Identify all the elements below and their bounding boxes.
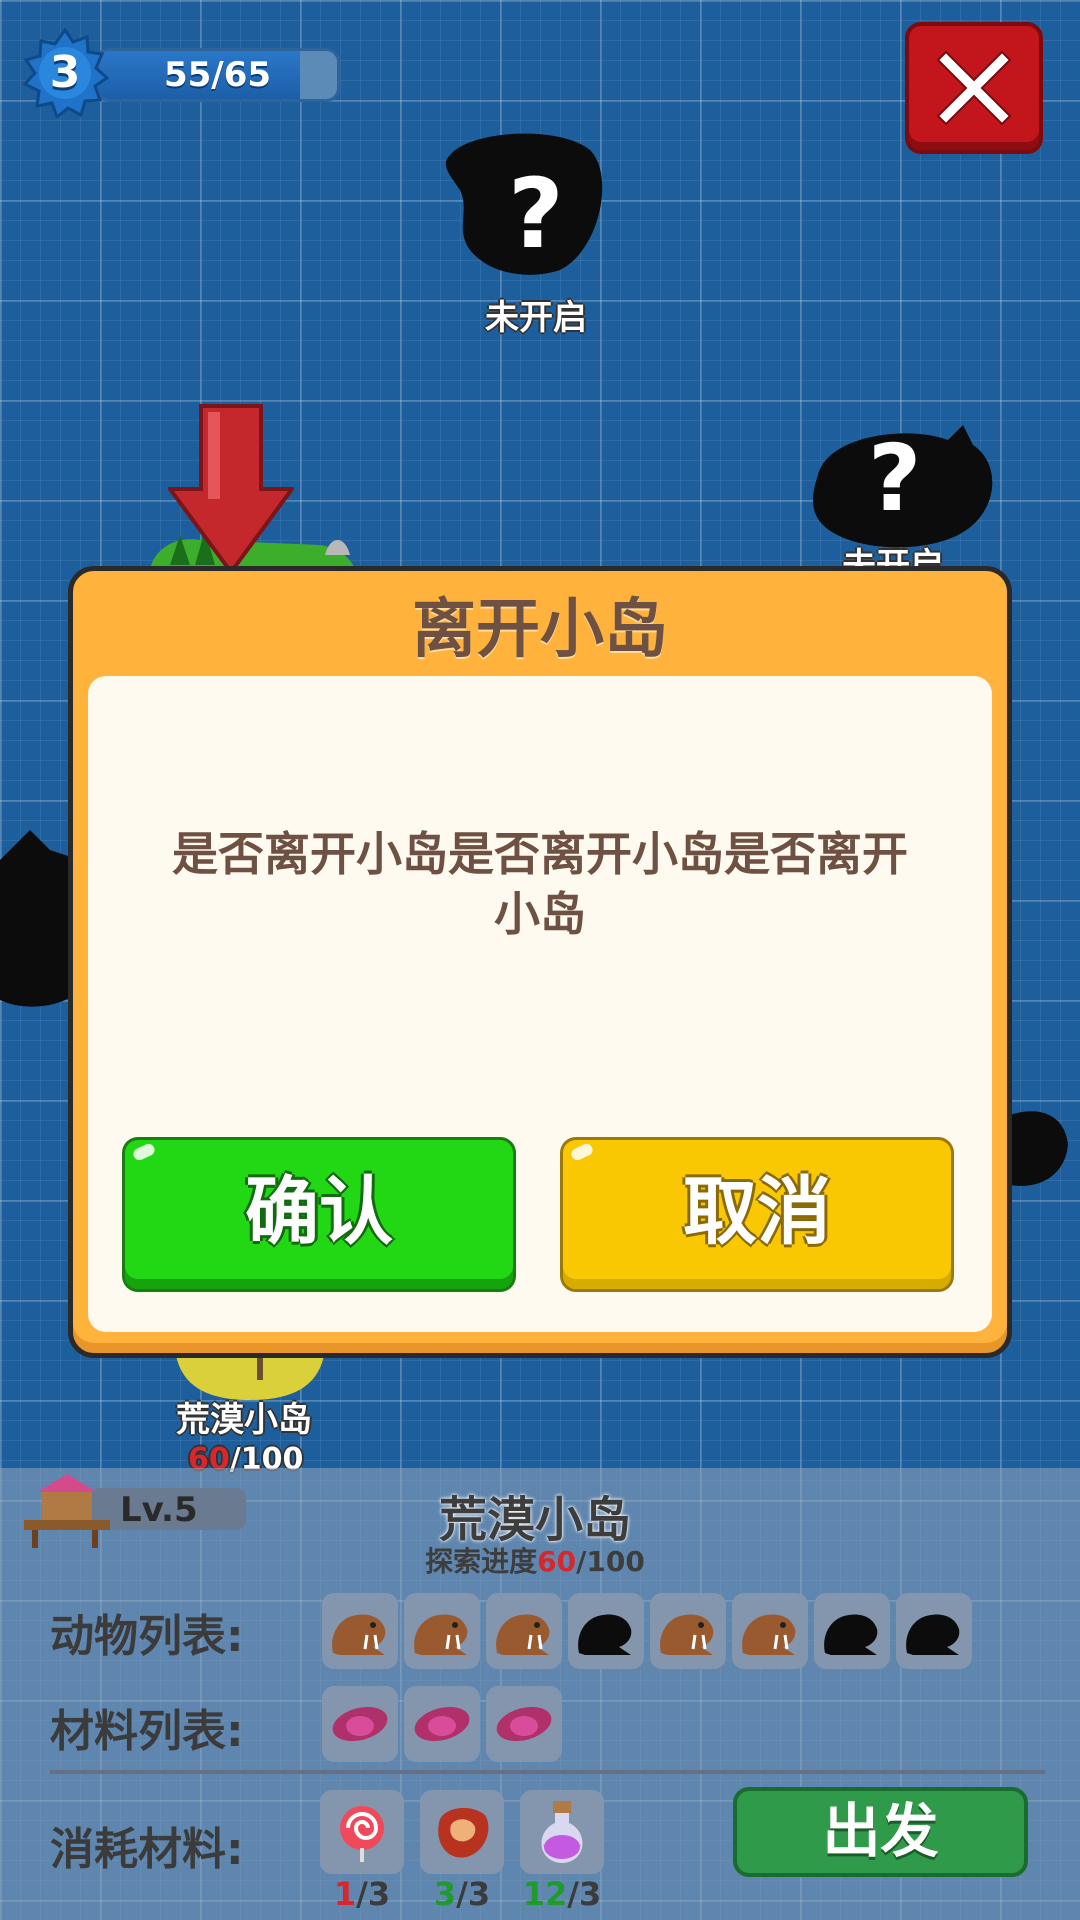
material-slot[interactable]: [486, 1686, 562, 1762]
animal-slot[interactable]: [322, 1593, 398, 1669]
walrus-icon: [332, 1614, 386, 1655]
consumable-need: /3: [456, 1875, 491, 1913]
red-arrow-indicator: [166, 404, 296, 576]
animal-slot[interactable]: [732, 1593, 808, 1669]
animal-slot[interactable]: [486, 1593, 562, 1669]
consumable-slot[interactable]: [320, 1790, 404, 1874]
walrus-silhouette-icon: [906, 1614, 960, 1655]
question-mark: ?: [868, 425, 922, 532]
button-shine: [569, 1141, 595, 1163]
close-icon: [936, 50, 1012, 126]
materials-label: 材料列表:: [50, 1706, 244, 1757]
confirm-button[interactable]: 确认: [122, 1137, 516, 1292]
exploration-progress: 探索进度60/100: [330, 1540, 740, 1580]
animal-slot[interactable]: [650, 1593, 726, 1669]
potion-icon: [541, 1801, 583, 1863]
sweet-potato-icon: [496, 1706, 552, 1742]
consumable-count: 1/3: [312, 1875, 412, 1913]
sweet-potato-icon: [332, 1706, 388, 1742]
cancel-button-label: 取消: [683, 1169, 831, 1255]
progress-total: /100: [576, 1545, 645, 1578]
xp-bar: 55/65: [95, 48, 340, 102]
animal-slot[interactable]: [896, 1593, 972, 1669]
consumable-have: 1: [333, 1875, 357, 1913]
walrus-icon: [660, 1614, 714, 1655]
button-shine: [131, 1141, 157, 1163]
consumable-slot[interactable]: [420, 1790, 504, 1874]
material-list: [322, 1686, 562, 1762]
consumable-slot[interactable]: [520, 1790, 604, 1874]
close-button[interactable]: [905, 22, 1043, 154]
walrus-icon: [742, 1614, 796, 1655]
locked-island-label: 未开启: [485, 298, 587, 338]
locked-island-top[interactable]: ?: [440, 130, 610, 280]
material-slot[interactable]: [322, 1686, 398, 1762]
consumable-count: 12/3: [512, 1875, 612, 1913]
question-mark: ?: [508, 158, 564, 270]
progress-current: 60: [537, 1545, 577, 1578]
confirm-button-label: 确认: [245, 1169, 393, 1255]
lollipop-icon: [340, 1806, 384, 1862]
animal-list: [322, 1593, 972, 1669]
consumable-lollipop[interactable]: [320, 1790, 404, 1874]
dock-icon: [22, 1472, 112, 1550]
consumable-need: /3: [567, 1875, 602, 1913]
locked-island-right-lower[interactable]: [1010, 1105, 1070, 1195]
locked-island-right[interactable]: ?: [808, 425, 998, 555]
consumable-have: 3: [433, 1875, 457, 1913]
down-arrow-icon: [166, 404, 296, 576]
desert-island-label: 荒漠小岛: [176, 1400, 312, 1440]
sweet-potato-icon: [414, 1706, 470, 1742]
consumable-count: 3/3: [412, 1875, 512, 1913]
depart-button[interactable]: 出发: [733, 1787, 1028, 1877]
dialog-message: 是否离开小岛是否离开小岛是否离开小岛: [172, 827, 908, 941]
meat-icon: [438, 1808, 489, 1858]
cancel-button[interactable]: 取消: [560, 1137, 954, 1292]
consumable-have: 12: [522, 1875, 568, 1913]
consume-label: 消耗材料:: [50, 1824, 244, 1875]
material-slot[interactable]: [404, 1686, 480, 1762]
island-silhouette-icon: [1010, 1111, 1068, 1186]
walrus-icon: [496, 1614, 550, 1655]
xp-text: 55/65: [163, 55, 272, 95]
consumable-need: /3: [356, 1875, 391, 1913]
level-number: 3: [49, 47, 81, 98]
animal-slot[interactable]: [568, 1593, 644, 1669]
animal-slot[interactable]: [404, 1593, 480, 1669]
walrus-silhouette-icon: [578, 1614, 632, 1655]
walrus-silhouette-icon: [824, 1614, 878, 1655]
progress-prefix: 探索进度: [425, 1545, 538, 1578]
animal-slot[interactable]: [814, 1593, 890, 1669]
consumable-meat[interactable]: [420, 1790, 504, 1874]
level-badge: 3: [20, 27, 110, 120]
divider: [50, 1770, 1045, 1774]
dialog-title: 离开小岛: [412, 593, 668, 667]
animals-label: 动物列表:: [50, 1611, 244, 1662]
walrus-icon: [414, 1614, 468, 1655]
level-text: Lv.5: [120, 1490, 198, 1530]
consumable-potion[interactable]: [520, 1790, 604, 1874]
